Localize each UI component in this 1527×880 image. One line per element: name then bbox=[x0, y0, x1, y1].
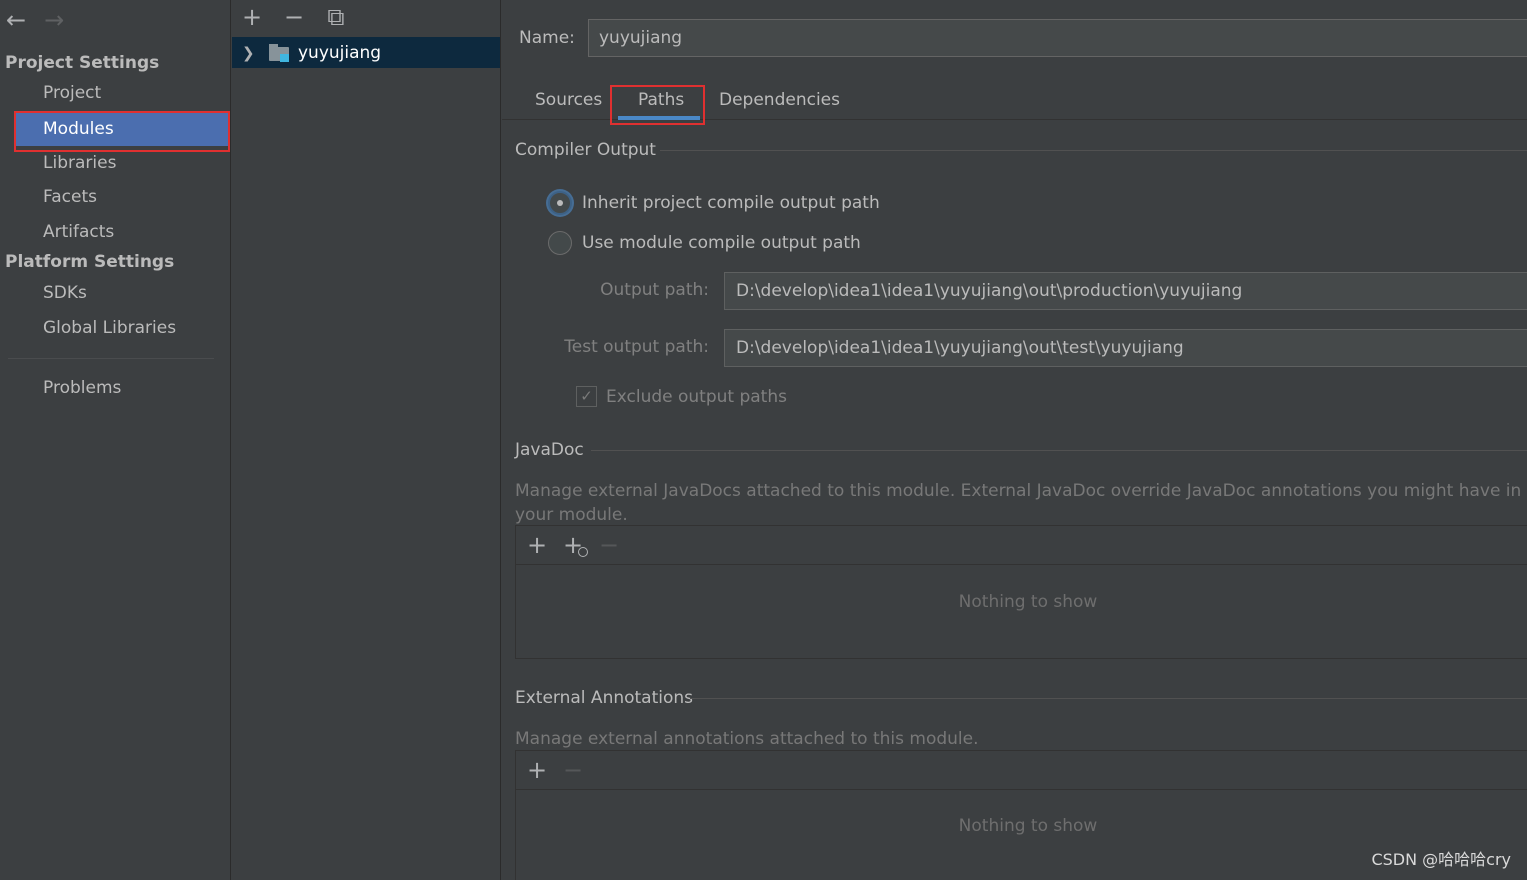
module-output-radio-label: Use module compile output path bbox=[582, 233, 861, 253]
sidebar-item-sdks[interactable]: SDKs bbox=[0, 276, 231, 310]
project-settings-title: Project Settings bbox=[5, 53, 160, 73]
tab-sources[interactable]: Sources bbox=[535, 90, 602, 110]
sidebar-item-libraries[interactable]: Libraries bbox=[0, 146, 231, 180]
exclude-output-option[interactable]: ✓ Exclude output paths bbox=[576, 386, 787, 407]
test-output-path-field[interactable]: D:\develop\idea1\idea1\yuyujiang\out\tes… bbox=[724, 329, 1527, 367]
sidebar-item-facets[interactable]: Facets bbox=[0, 180, 231, 214]
output-path-label: Output path: bbox=[600, 280, 709, 300]
inherit-radio[interactable] bbox=[548, 191, 572, 215]
test-output-path-label: Test output path: bbox=[564, 337, 709, 357]
watermark: CSDN @哈哈哈cry bbox=[1371, 850, 1511, 869]
module-settings-panel: Name: yuyujiang Sources Paths Dependenci… bbox=[502, 0, 1527, 880]
add-icon[interactable]: + bbox=[242, 4, 262, 30]
javadoc-description: Manage external JavaDocs attached to thi… bbox=[515, 481, 1522, 525]
module-name-field[interactable]: yuyujiang bbox=[588, 19, 1527, 57]
javadoc-separator bbox=[591, 450, 1527, 451]
forward-arrow-icon[interactable]: → bbox=[44, 8, 64, 32]
sidebar-item-project[interactable]: Project bbox=[0, 76, 231, 110]
output-path-field[interactable]: D:\develop\idea1\idea1\yuyujiang\out\pro… bbox=[724, 272, 1527, 310]
inherit-output-option[interactable]: Inherit project compile output path bbox=[548, 191, 880, 215]
exclude-checkbox-label: Exclude output paths bbox=[606, 386, 787, 407]
module-folder-icon bbox=[269, 43, 291, 62]
module-name-label: yuyujiang bbox=[298, 42, 382, 63]
remove-javadoc-icon[interactable]: − bbox=[598, 531, 620, 559]
external-annotations-description: Manage external annotations attached to … bbox=[515, 729, 979, 749]
sidebar-item-problems[interactable]: Problems bbox=[0, 371, 231, 405]
javadoc-toolbar: + + − bbox=[516, 526, 1527, 565]
name-label: Name: bbox=[519, 28, 575, 48]
compiler-output-title: Compiler Output bbox=[515, 140, 656, 160]
tab-dependencies[interactable]: Dependencies bbox=[719, 90, 840, 110]
external-annotations-empty-text: Nothing to show bbox=[958, 816, 1098, 836]
remove-annotation-icon[interactable]: − bbox=[562, 756, 584, 784]
copy-icon[interactable]: ⧉ bbox=[326, 4, 346, 30]
module-tree-panel: + − ⧉ ❯ yuyujiang bbox=[232, 0, 501, 880]
platform-settings-title: Platform Settings bbox=[5, 252, 175, 272]
add-javadoc-url-icon[interactable]: + bbox=[562, 531, 588, 559]
javadoc-empty-text: Nothing to show bbox=[958, 592, 1098, 612]
inherit-radio-label: Inherit project compile output path bbox=[582, 193, 880, 213]
add-annotation-icon[interactable]: + bbox=[526, 756, 548, 784]
javadoc-title: JavaDoc bbox=[515, 440, 584, 460]
compiler-output-separator bbox=[660, 150, 1527, 151]
sidebar-item-artifacts[interactable]: Artifacts bbox=[0, 215, 231, 249]
paths-tab-highlight-box bbox=[610, 85, 705, 125]
sidebar-divider bbox=[8, 358, 214, 359]
remove-icon[interactable]: − bbox=[284, 4, 304, 30]
history-nav: ← → bbox=[6, 8, 64, 32]
module-output-option[interactable]: Use module compile output path bbox=[548, 231, 861, 255]
back-arrow-icon[interactable]: ← bbox=[6, 8, 26, 32]
add-javadoc-icon[interactable]: + bbox=[526, 531, 548, 559]
external-annotations-toolbar: + − bbox=[516, 751, 1527, 790]
external-annotations-separator bbox=[690, 698, 1527, 699]
tree-row-module[interactable]: ❯ yuyujiang bbox=[232, 37, 500, 68]
external-annotations-title: External Annotations bbox=[515, 688, 694, 708]
chevron-right-icon[interactable]: ❯ bbox=[242, 44, 256, 62]
module-toolbar: + − ⧉ bbox=[242, 4, 346, 30]
javadoc-list: + + − Nothing to show bbox=[515, 525, 1527, 659]
module-output-radio[interactable] bbox=[548, 231, 572, 255]
sidebar-item-global-libraries[interactable]: Global Libraries bbox=[0, 311, 231, 345]
settings-sidebar: ← → Project Settings Project Modules Lib… bbox=[0, 0, 231, 880]
exclude-checkbox[interactable]: ✓ bbox=[576, 386, 597, 407]
